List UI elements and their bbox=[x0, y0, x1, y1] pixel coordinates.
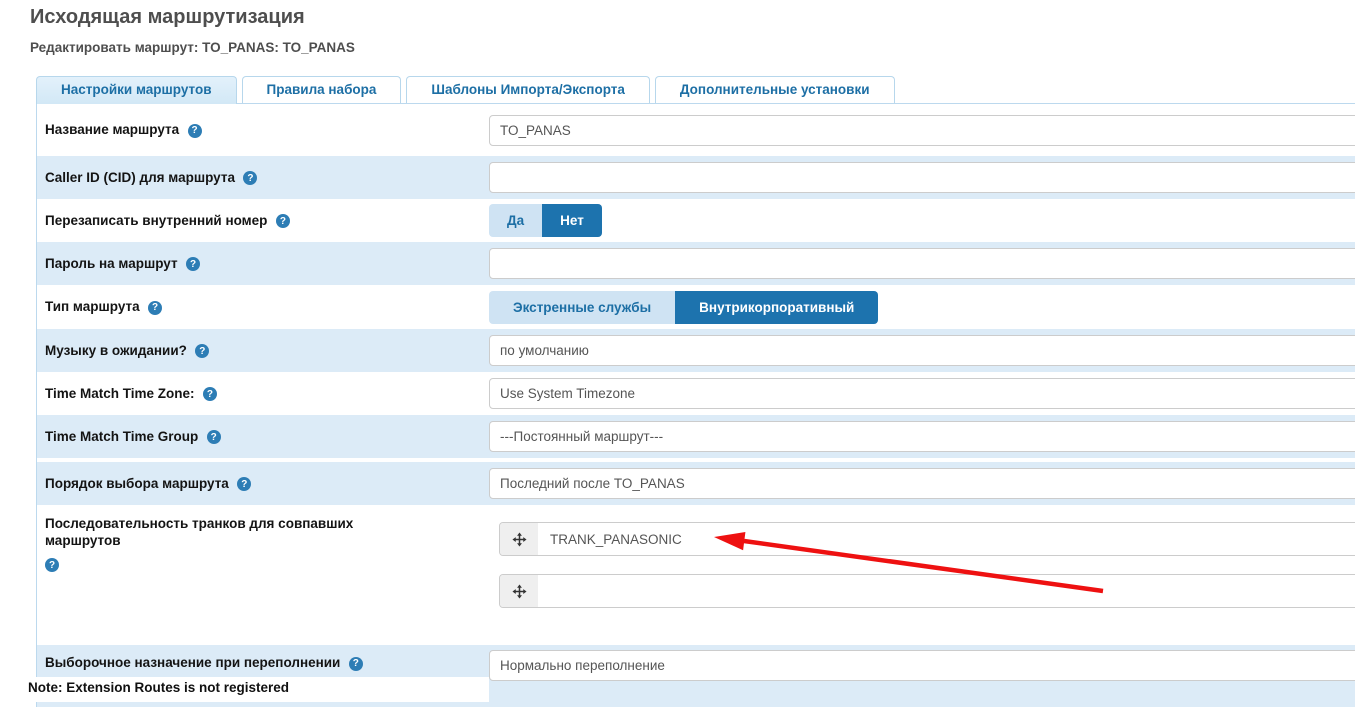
music-on-hold-select[interactable] bbox=[489, 335, 1355, 366]
route-type-intracompany-button[interactable]: Внутрикорпоративный bbox=[675, 291, 878, 324]
tab-route-settings[interactable]: Настройки маршрутов bbox=[36, 76, 237, 104]
route-password-input[interactable] bbox=[489, 248, 1355, 279]
outbound-routing-page: Исходящая маршрутизация Редактировать ма… bbox=[0, 0, 1355, 707]
drag-handle-icon[interactable] bbox=[500, 523, 538, 555]
registration-note: Note: Extension Routes is not registered bbox=[0, 677, 489, 702]
trunk-sequence-item bbox=[499, 522, 1355, 556]
row-cid: Caller ID (CID) для маршрута ? bbox=[37, 156, 1355, 199]
trunk-sequence-label: Последовательность транков для совпавших… bbox=[45, 515, 405, 549]
cid-input[interactable] bbox=[489, 162, 1355, 193]
help-icon[interactable]: ? bbox=[186, 257, 200, 271]
row-time-group: Time Match Time Group ? bbox=[37, 415, 1355, 458]
trunk-input[interactable] bbox=[538, 575, 1355, 607]
row-route-password: Пароль на маршрут ? bbox=[37, 242, 1355, 285]
tab-bar: Настройки маршрутов Правила набора Шабло… bbox=[36, 76, 895, 104]
route-position-select[interactable] bbox=[489, 468, 1355, 499]
overflow-destination-label: Выборочное назначение при переполнении bbox=[45, 655, 340, 670]
tab-additional-settings[interactable]: Дополнительные установки bbox=[655, 76, 895, 103]
row-override-extension: Перезаписать внутренний номер ? Да Нет bbox=[37, 199, 1355, 242]
tab-import-export[interactable]: Шаблоны Импорта/Экспорта bbox=[406, 76, 649, 103]
route-name-input[interactable] bbox=[489, 115, 1355, 146]
help-icon[interactable]: ? bbox=[203, 387, 217, 401]
override-extension-label: Перезаписать внутренний номер bbox=[45, 213, 267, 228]
row-route-position: Порядок выбора маршрута ? bbox=[37, 462, 1355, 505]
help-icon[interactable]: ? bbox=[188, 124, 202, 138]
cid-label: Caller ID (CID) для маршрута bbox=[45, 170, 235, 185]
help-icon[interactable]: ? bbox=[243, 171, 257, 185]
trunk-input[interactable] bbox=[538, 523, 1355, 555]
row-time-zone: Time Match Time Zone: ? bbox=[37, 372, 1355, 415]
route-type-toggle: Экстренные службы Внутрикорпоративный bbox=[489, 291, 878, 324]
drag-handle-icon[interactable] bbox=[500, 575, 538, 607]
route-settings-panel: Название маршрута ? Caller ID (CID) для … bbox=[36, 103, 1355, 707]
help-icon[interactable]: ? bbox=[148, 301, 162, 315]
route-password-label: Пароль на маршрут bbox=[45, 256, 178, 271]
time-group-select[interactable] bbox=[489, 421, 1355, 452]
overflow-destination-select[interactable] bbox=[489, 650, 1355, 681]
music-on-hold-label: Музыку в ожидании? bbox=[45, 343, 187, 358]
time-group-label: Time Match Time Group bbox=[45, 429, 198, 444]
override-no-button[interactable]: Нет bbox=[542, 204, 602, 237]
help-icon[interactable]: ? bbox=[237, 477, 251, 491]
edit-route-subtitle: Редактировать маршрут: TO_PANAS: TO_PANA… bbox=[30, 40, 355, 55]
route-type-label: Тип маршрута bbox=[45, 299, 140, 314]
route-name-label: Название маршрута bbox=[45, 122, 179, 137]
row-music-on-hold: Музыку в ожидании? ? bbox=[37, 329, 1355, 372]
page-title: Исходящая маршрутизация bbox=[30, 6, 305, 29]
help-icon[interactable]: ? bbox=[349, 657, 363, 671]
tab-dial-patterns[interactable]: Правила набора bbox=[242, 76, 402, 103]
route-type-emergency-button[interactable]: Экстренные службы bbox=[489, 291, 675, 324]
help-icon[interactable]: ? bbox=[276, 214, 290, 228]
override-yes-button[interactable]: Да bbox=[489, 204, 542, 237]
help-icon[interactable]: ? bbox=[195, 344, 209, 358]
row-route-name: Название маршрута ? bbox=[37, 104, 1355, 156]
route-position-label: Порядок выбора маршрута bbox=[45, 476, 229, 491]
row-trunk-sequence: Последовательность транков для совпавших… bbox=[37, 505, 1355, 645]
help-icon[interactable]: ? bbox=[45, 558, 59, 572]
time-zone-select[interactable] bbox=[489, 378, 1355, 409]
time-zone-label: Time Match Time Zone: bbox=[45, 386, 195, 401]
override-extension-toggle: Да Нет bbox=[489, 204, 602, 237]
trunk-sequence-item bbox=[499, 574, 1355, 608]
row-route-type: Тип маршрута ? Экстренные службы Внутрик… bbox=[37, 285, 1355, 329]
help-icon[interactable]: ? bbox=[207, 430, 221, 444]
